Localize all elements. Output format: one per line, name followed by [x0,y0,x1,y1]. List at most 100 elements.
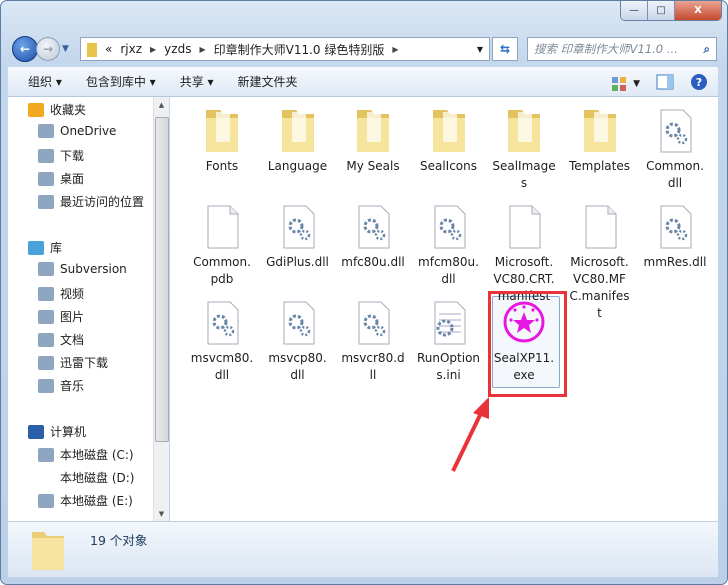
include-in-library-button[interactable]: 包含到库中 ▾ [74,73,168,90]
file-item[interactable]: msvcp80.dll [262,298,334,384]
sidebar-item[interactable]: 本地磁盘 (E:) [38,492,133,509]
blank-icon [186,202,258,250]
chevron-right-icon[interactable]: ▶ [392,45,398,54]
chevron-right-icon[interactable]: ▶ [199,45,205,54]
sidebar-item[interactable]: Subversion [38,262,127,276]
pictures-icon [38,309,54,324]
breadcrumb-yzds[interactable]: yzds [164,42,191,56]
blank-icon [488,202,560,250]
folder-icon [413,106,485,154]
sidebar-item[interactable]: 下载 [38,147,84,164]
back-button[interactable]: ← [12,36,38,62]
file-name: mfcm80u.dll [418,255,479,286]
dll-icon [639,202,711,250]
file-item[interactable]: mfcm80u.dll [413,202,485,288]
breadcrumb-rjxz[interactable]: rjxz [120,42,142,56]
sidebar-item-label: 本地磁盘 (C:) [60,448,134,462]
share-button[interactable]: 共享 ▾ [168,73,226,90]
dll-icon [262,298,334,346]
downloads-icon [38,148,54,163]
file-name: Language [267,159,328,173]
scroll-down-icon[interactable]: ▼ [154,510,169,518]
view-options-icon[interactable]: ▼ [611,76,640,92]
sidebar-item-label: 下载 [60,149,85,163]
file-item[interactable]: RunOptions.ini [413,298,485,384]
document-icon [38,332,54,347]
minimize-button[interactable]: — [621,1,648,20]
sidebar-item-label: 文档 [60,333,85,347]
maximize-button[interactable]: □ [648,1,675,20]
forward-button[interactable]: → [36,37,60,61]
file-item[interactable]: Microsoft.VC80.MFC.manifest [564,202,636,322]
sidebar-item[interactable]: 迅雷下载 [38,354,108,371]
scroll-up-icon[interactable]: ▲ [154,101,169,109]
sidebar-item-label: 迅雷下载 [60,356,109,370]
file-item[interactable]: Microsoft.VC80.CRT.manifest [488,202,560,305]
breadcrumb-overflow[interactable]: « [105,42,112,56]
sidebar-item[interactable]: 桌面 [38,170,84,187]
search-input[interactable]: 搜索 印章制作大师V11.0 ... ⌕ [527,37,717,61]
chevron-right-icon[interactable]: ▶ [150,45,156,54]
organize-button[interactable]: 组织 ▾ [8,73,74,90]
file-item[interactable]: Common.dll [639,106,711,192]
search-placeholder: 搜索 印章制作大师V11.0 ... [534,42,678,56]
sidebar-item[interactable]: 最近访问的位置 [38,193,144,210]
file-name: RunOptions.ini [416,351,481,382]
sidebar-item[interactable]: 本地磁盘 (D:) [38,469,134,486]
file-item[interactable]: Fonts [186,106,258,175]
address-bar[interactable]: « rjxz ▶ yzds ▶ 印章制作大师V11.0 绿色特别版 ▶ ▼ [80,37,490,61]
sidebar-item-label: 本地磁盘 (E:) [60,494,133,508]
recent-pages-dropdown[interactable]: ▼ [62,44,69,54]
close-button[interactable]: X [675,1,721,20]
file-name: GdiPlus.dll [266,255,329,269]
search-icon[interactable]: ⌕ [704,42,710,57]
file-item[interactable]: mmRes.dll [639,202,711,271]
folder-icon [337,106,409,154]
dll-icon [639,106,711,154]
preview-pane-icon[interactable] [656,74,674,93]
address-dropdown-icon[interactable]: ▼ [477,45,483,54]
navigation-scrollbar[interactable]: ▲ ▼ [153,97,169,521]
recent-places-icon [38,194,54,209]
file-item[interactable]: mfc80u.dll [337,202,409,271]
folder-icon [564,106,636,154]
sidebar-item-label: Subversion [60,262,127,276]
file-item[interactable]: Templates [564,106,636,175]
file-item[interactable]: GdiPlus.dll [262,202,334,271]
file-item[interactable]: SealIcons [413,106,485,175]
sidebar-item[interactable]: 计算机 [28,423,86,440]
file-item[interactable]: Language [262,106,334,175]
sidebar-item[interactable]: 文档 [38,331,84,348]
file-name: Templates [568,159,630,173]
file-item[interactable]: My Seals [337,106,409,175]
sidebar-item[interactable]: 视频 [38,285,84,302]
file-name: Microsoft.VC80.MFC.manifest [569,255,630,320]
dll-icon [262,202,334,250]
folder-icon [262,106,334,154]
file-item[interactable]: Common.pdb [186,202,258,288]
file-item[interactable]: SealImages [488,106,560,192]
sidebar-item[interactable]: OneDrive [38,124,116,138]
help-icon[interactable]: ? [690,73,708,94]
annotation-highlight-box [488,291,567,397]
sidebar-item[interactable]: 图片 [38,308,84,325]
item-count: 19 个对象 [90,533,148,548]
sidebar-item-label: 视频 [60,287,85,301]
sidebar-item-label: 桌面 [60,172,85,186]
sidebar-item[interactable]: 收藏夹 [28,101,86,118]
refresh-button[interactable]: ⇆ [492,37,518,61]
sidebar-item[interactable]: 本地磁盘 (C:) [38,446,134,463]
file-item[interactable]: msvcm80.dll [186,298,258,384]
sidebar-item[interactable]: 音乐 [38,377,84,394]
system-drive-icon [38,447,54,462]
breadcrumb-current[interactable]: 印章制作大师V11.0 绿色特别版 [214,41,385,58]
sidebar-item-label: 本地磁盘 (D:) [60,471,135,485]
new-folder-button[interactable]: 新建文件夹 [226,73,310,90]
sidebar-item-label: 计算机 [50,425,87,439]
sidebar-item-label: OneDrive [60,124,117,138]
file-name: msvcp80.dll [268,351,327,382]
file-name: SealIcons [419,159,478,173]
sidebar-item[interactable]: 库 [28,239,62,256]
file-item[interactable]: msvcr80.dll [337,298,409,384]
scrollbar-thumb[interactable] [155,117,169,442]
